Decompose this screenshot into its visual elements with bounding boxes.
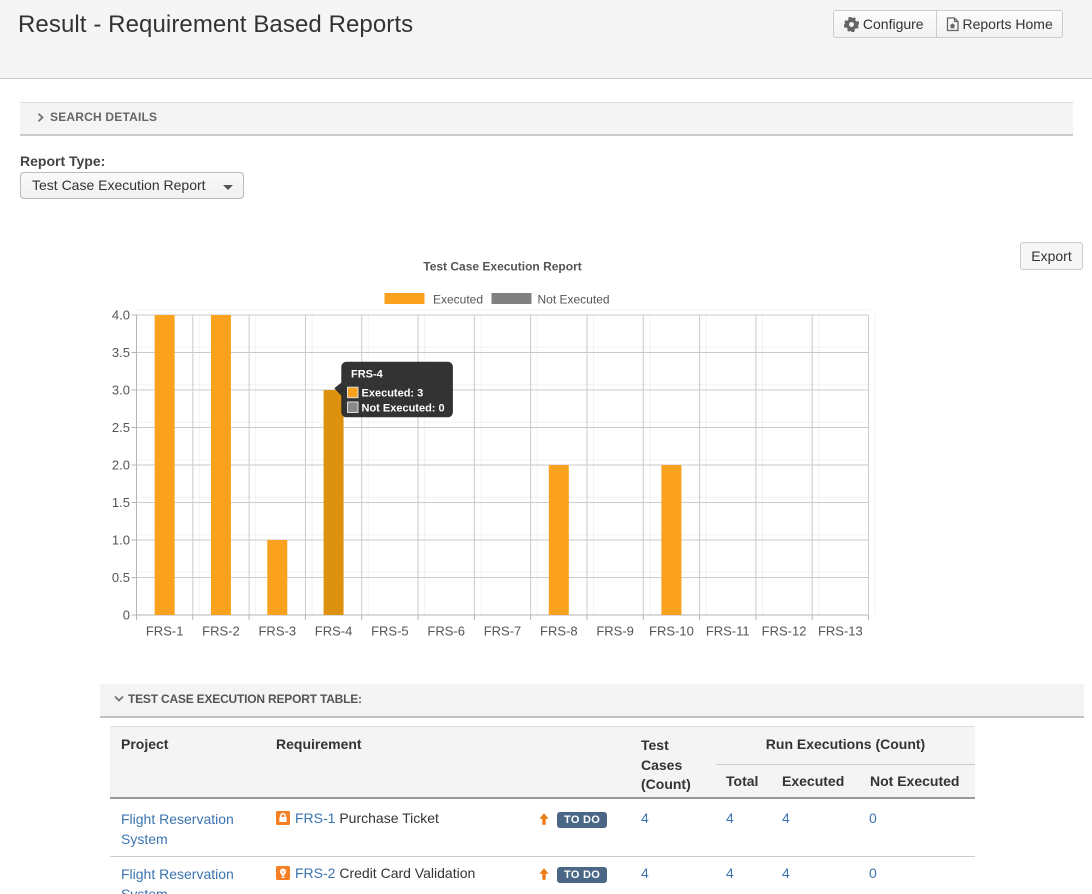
svg-text:Executed: 3: Executed: 3: [362, 388, 424, 400]
svg-text:FRS-9: FRS-9: [596, 624, 634, 639]
svg-text:3.0: 3.0: [112, 383, 130, 398]
svg-text:Executed: Executed: [433, 293, 483, 307]
svg-text:2.5: 2.5: [112, 420, 130, 435]
svg-text:FRS-4: FRS-4: [315, 624, 353, 639]
svg-text:0.5: 0.5: [112, 570, 130, 585]
svg-text:Test Case Execution Report: Test Case Execution Report: [423, 260, 581, 274]
svg-text:FRS-6: FRS-6: [427, 624, 465, 639]
svg-text:3.5: 3.5: [112, 345, 130, 360]
svg-text:FRS-1: FRS-1: [146, 624, 184, 639]
svg-text:FRS-13: FRS-13: [818, 624, 863, 639]
svg-text:FRS-7: FRS-7: [484, 624, 522, 639]
svg-text:FRS-10: FRS-10: [649, 624, 694, 639]
svg-text:FRS-11: FRS-11: [706, 624, 750, 639]
svg-text:FRS-2: FRS-2: [202, 624, 240, 639]
svg-text:1.0: 1.0: [112, 533, 130, 548]
svg-text:Not Executed: 0: Not Executed: 0: [362, 403, 445, 415]
svg-text:FRS-5: FRS-5: [371, 624, 409, 639]
svg-text:1.5: 1.5: [112, 495, 130, 510]
svg-text:0: 0: [123, 608, 130, 623]
svg-text:FRS-12: FRS-12: [762, 624, 807, 639]
svg-text:2.0: 2.0: [112, 458, 130, 473]
svg-text:FRS-3: FRS-3: [258, 624, 296, 639]
svg-text:FRS-4: FRS-4: [351, 369, 384, 381]
svg-text:4.0: 4.0: [112, 308, 130, 323]
svg-text:FRS-8: FRS-8: [540, 624, 578, 639]
svg-text:Not Executed: Not Executed: [538, 293, 610, 307]
